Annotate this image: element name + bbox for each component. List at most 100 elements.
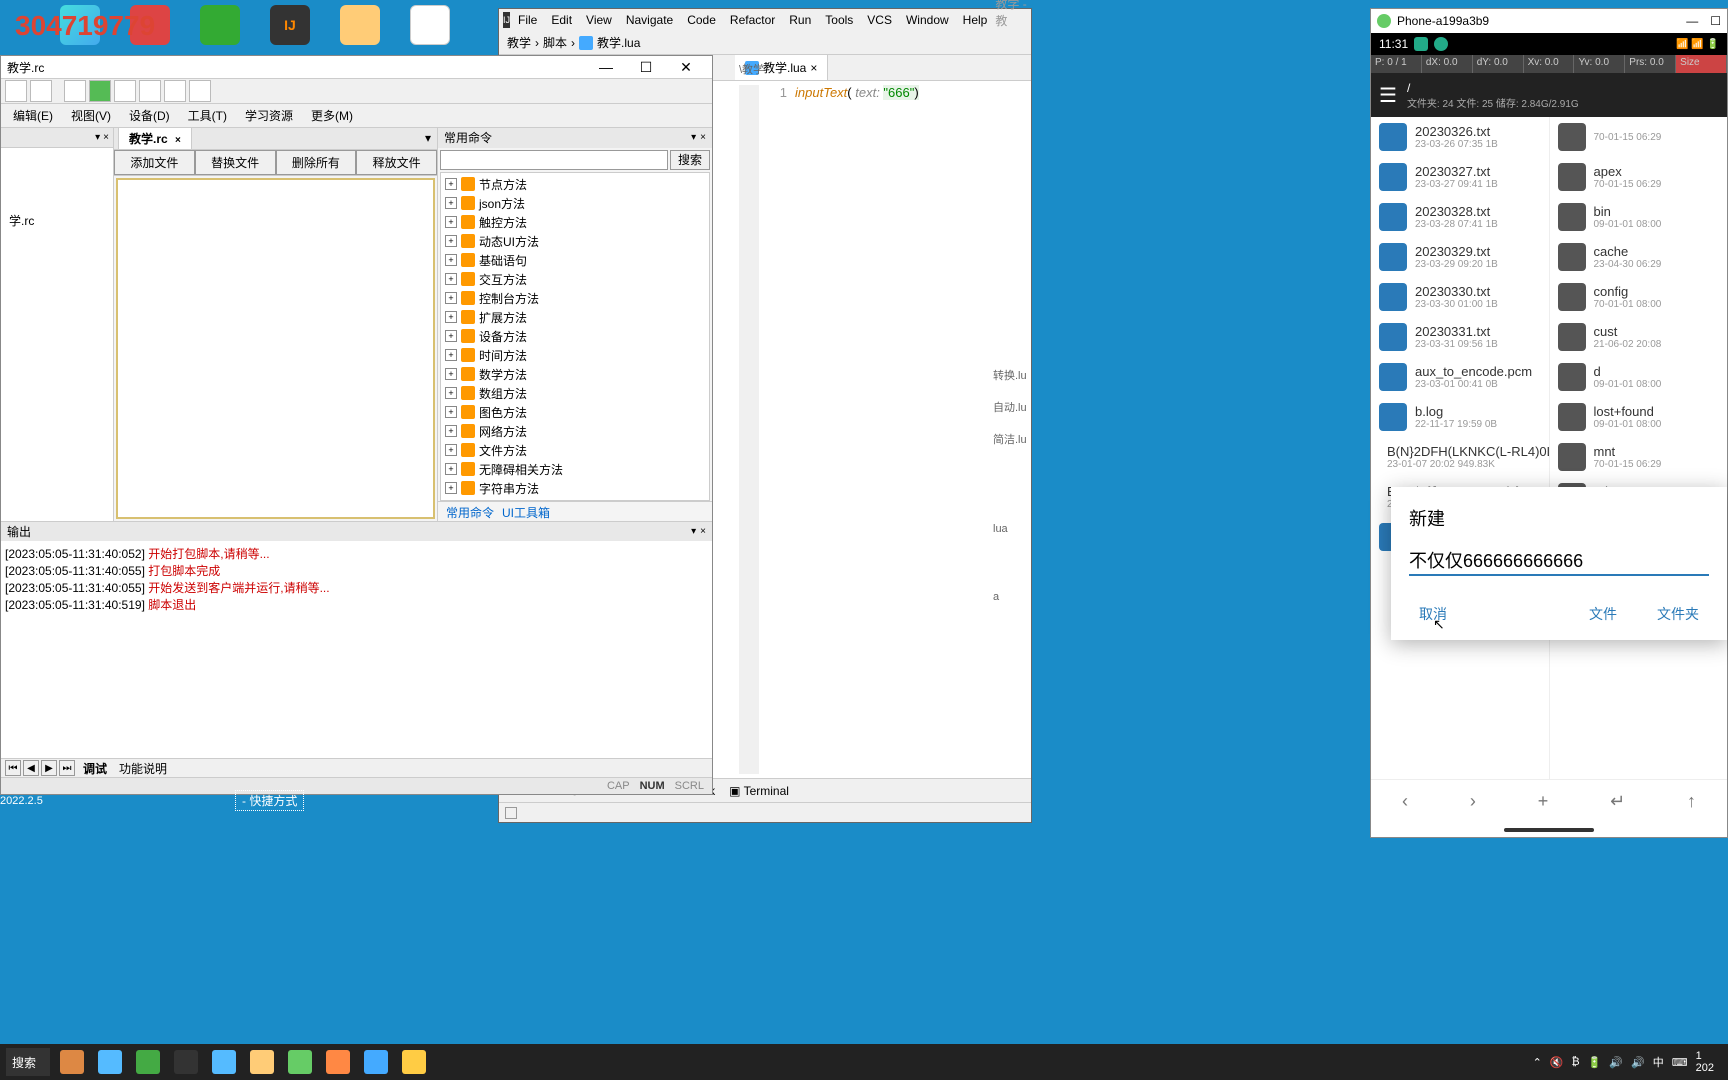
menu-file[interactable]: File — [512, 11, 543, 29]
tray-icon[interactable]: 🔊 — [1609, 1056, 1623, 1069]
menu-view[interactable]: View — [580, 11, 618, 29]
file-row[interactable]: 20230329.txt23-03-29 09:20 1B — [1371, 237, 1549, 277]
tree-item[interactable]: +动态UI方法 — [443, 232, 707, 251]
menu-navigate[interactable]: Navigate — [620, 11, 679, 29]
output-log[interactable]: [2023:05:05-11:31:40:052] 开始打包脚本,请稍等...[… — [1, 541, 712, 758]
taskbar-app[interactable] — [396, 1047, 432, 1077]
expand-icon[interactable]: + — [445, 216, 457, 228]
expand-icon[interactable]: + — [445, 254, 457, 266]
device-button[interactable] — [139, 80, 161, 102]
menu-code[interactable]: Code — [681, 11, 722, 29]
menu-window[interactable]: Window — [900, 11, 955, 29]
tree-item[interactable]: +时间方法 — [443, 346, 707, 365]
maximize-button[interactable]: ☐ — [1710, 14, 1721, 28]
create-file-button[interactable]: 文件 — [1579, 598, 1627, 630]
file-row[interactable]: 70-01-15 06:29 — [1550, 117, 1728, 157]
expand-icon[interactable]: + — [445, 463, 457, 475]
file-row[interactable]: config70-01-01 08:00 — [1550, 277, 1728, 317]
command-tree[interactable]: +节点方法+json方法+触控方法+动态UI方法+基础语句+交互方法+控制台方法… — [440, 172, 710, 501]
file-row[interactable]: cust21-06-02 20:08 — [1550, 317, 1728, 357]
expand-icon[interactable]: + — [445, 178, 457, 190]
minimize-button[interactable]: — — [1686, 14, 1698, 28]
file-row[interactable]: d09-01-01 08:00 — [1550, 357, 1728, 397]
resource-canvas[interactable] — [116, 178, 435, 519]
expand-icon[interactable]: + — [445, 444, 457, 456]
nav-back[interactable]: ‹ — [1402, 791, 1408, 812]
system-tray[interactable]: ⌃🔇₿🔋🔊🔊中⌨1202 — [1533, 1050, 1722, 1074]
file-row[interactable]: apex70-01-15 06:29 — [1550, 157, 1728, 197]
file-row[interactable]: 20230328.txt23-03-28 07:41 1B — [1371, 197, 1549, 237]
file-row[interactable]: aux_to_encode.pcm23-03-01 00:41 0B — [1371, 357, 1549, 397]
clock[interactable]: 1202 — [1696, 1050, 1714, 1074]
debug-tab[interactable]: 调试 — [83, 760, 107, 777]
tree-item[interactable]: +数学方法 — [443, 365, 707, 384]
cancel-button[interactable]: 取消 ↖ — [1409, 598, 1457, 630]
file-list[interactable]: 20230326.txt23-03-26 07:35 1B20230327.tx… — [1371, 117, 1727, 779]
tree-item[interactable]: +文件方法 — [443, 441, 707, 460]
file-row[interactable]: 20230330.txt23-03-30 01:00 1B — [1371, 277, 1549, 317]
search-input[interactable] — [440, 150, 668, 170]
desktop-icon-intellij[interactable]: IJ — [265, 5, 315, 55]
pin-icon[interactable]: ▾ — [691, 132, 696, 143]
tree-item[interactable]: +网络方法 — [443, 422, 707, 441]
nav-add[interactable]: + — [1538, 791, 1549, 812]
tree-item[interactable]: +控制台方法 — [443, 289, 707, 308]
tab-close-icon[interactable]: × — [175, 135, 181, 146]
file-row[interactable]: B(N}2DFH(LKNKC(L-RL4)0L.png23-01-07 20:0… — [1371, 437, 1549, 477]
menu-tools[interactable]: Tools — [819, 11, 859, 29]
pane-pin-icon[interactable]: ▾ — [95, 132, 100, 143]
expand-icon[interactable]: + — [445, 406, 457, 418]
file-row[interactable]: mnt70-01-15 06:29 — [1550, 437, 1728, 477]
close-button[interactable]: ✕ — [666, 56, 706, 78]
nav-next[interactable]: ▶ — [41, 760, 57, 776]
file-row[interactable]: 20230326.txt23-03-26 07:35 1B — [1371, 117, 1549, 157]
redo-button[interactable] — [30, 80, 52, 102]
pane-close-icon[interactable]: × — [103, 132, 109, 143]
desktop-icon-folder[interactable] — [335, 5, 385, 55]
tree-item[interactable]: +字符串方法 — [443, 479, 707, 498]
minimize-button[interactable]: — — [586, 56, 626, 78]
undo-button[interactable] — [5, 80, 27, 102]
filename-input[interactable] — [1409, 545, 1709, 576]
tray-icon[interactable]: ₿ — [1571, 1056, 1579, 1068]
expand-icon[interactable]: + — [445, 292, 457, 304]
menu-icon[interactable]: ☰ — [1379, 83, 1397, 108]
tree-item[interactable]: +数组方法 — [443, 384, 707, 403]
expand-icon[interactable]: + — [445, 273, 457, 285]
menu-edit[interactable]: Edit — [545, 11, 578, 29]
menu-device[interactable]: 设备(D) — [121, 104, 178, 127]
close-icon[interactable]: × — [700, 132, 706, 143]
menu-more[interactable]: 更多(M) — [303, 104, 361, 127]
expand-icon[interactable]: + — [445, 311, 457, 323]
tree-item[interactable]: +图色方法 — [443, 403, 707, 422]
tab-ui-toolbox[interactable]: UI工具箱 — [502, 504, 550, 519]
help-button[interactable] — [189, 80, 211, 102]
toolbar-btn[interactable] — [64, 80, 86, 102]
taskbar-app[interactable] — [130, 1047, 166, 1077]
tray-icon[interactable]: 🔊 — [1631, 1056, 1645, 1069]
menu-view[interactable]: 视图(V) — [63, 104, 119, 127]
tree-item[interactable]: +节点方法 — [443, 175, 707, 194]
nav-first[interactable]: ⏮ — [5, 760, 21, 776]
crumb-file[interactable]: 教学.lua — [597, 34, 640, 51]
func-tab[interactable]: 功能说明 — [119, 760, 167, 777]
menu-refactor[interactable]: Refactor — [724, 11, 781, 29]
crumb-root[interactable]: 教学 — [507, 34, 531, 51]
desktop-icon-xls[interactable] — [195, 5, 245, 55]
taskbar-app[interactable] — [320, 1047, 356, 1077]
file-row[interactable]: 20230327.txt23-03-27 09:41 1B — [1371, 157, 1549, 197]
taskbar-app[interactable] — [282, 1047, 318, 1077]
taskbar-app[interactable] — [358, 1047, 394, 1077]
expand-icon[interactable]: + — [445, 482, 457, 494]
search-button[interactable]: 搜索 — [670, 150, 710, 170]
tree-item[interactable]: +基础语句 — [443, 251, 707, 270]
tab-terminal[interactable]: ▣ Terminal — [729, 784, 789, 798]
menu-help[interactable]: Help — [957, 11, 994, 29]
file-row[interactable]: bin09-01-01 08:00 — [1550, 197, 1728, 237]
release-file-button[interactable]: 释放文件 — [356, 150, 437, 175]
menu-tools[interactable]: 工具(T) — [180, 104, 235, 127]
tray-icon[interactable]: ⌃ — [1533, 1056, 1542, 1069]
nav-up[interactable]: ↑ — [1687, 791, 1696, 812]
expand-icon[interactable]: + — [445, 387, 457, 399]
tray-icon[interactable]: ⌨ — [1672, 1056, 1688, 1069]
